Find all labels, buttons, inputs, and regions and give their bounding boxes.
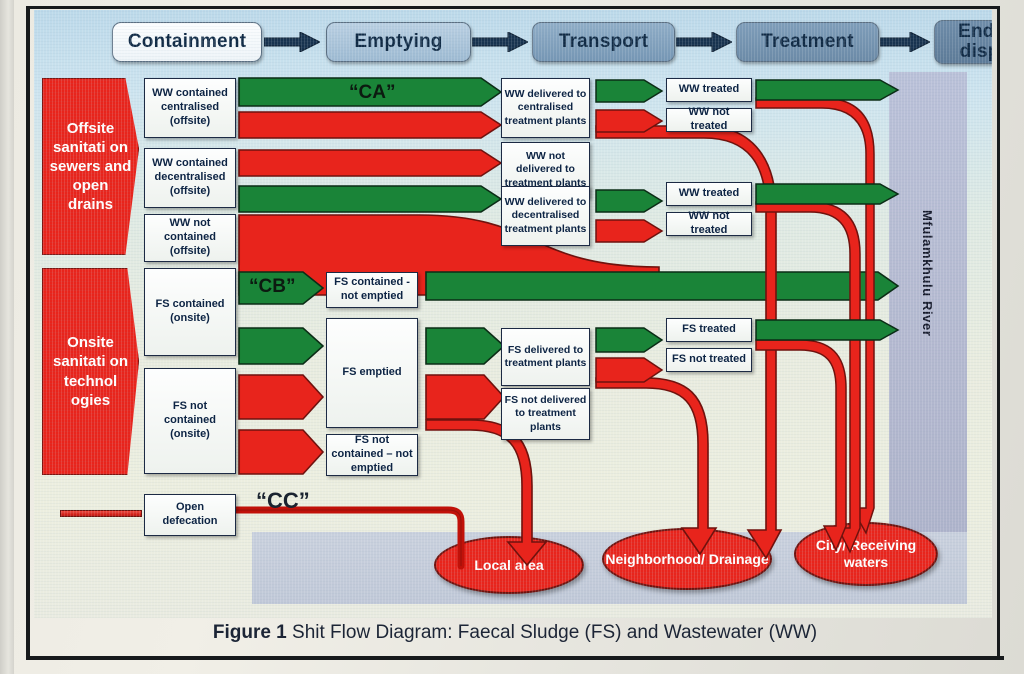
flow-ww-treated-2-to-river [755,183,900,205]
treatment-box-ww-not-treated-2[interactable]: WW not treated [666,210,752,236]
transport-label-1: WW not delivered to treatment plants [504,150,587,189]
emptying-label-2: FS not contained – not emptied [331,434,413,474]
containment-box-fs-not-contained[interactable]: FS not contained (onsite) [144,368,236,474]
transport-label-2: WW delivered to decentralised treatment … [504,196,587,235]
figure-frame-bottom [26,656,1004,660]
containment-box-ww-contained-decentralised[interactable]: WW contained decentralised (offsite) [144,148,236,208]
transport-box-ww-delivered-decentralised[interactable]: WW delivered to decentralised treatment … [501,186,590,246]
stage-chip-enduse[interactable]: End-use/ disposal [934,20,992,64]
flow-ww-decentralised-treated-in [595,189,664,213]
treatment-box-fs-treated[interactable]: FS treated [666,318,752,342]
page-edge [0,0,14,674]
flow-open-defecation-in [60,510,142,517]
containment-label-0: WW contained centralised (offsite) [152,87,228,127]
flow-fs-not-contained-red-chevron [238,429,325,475]
emptying-label-0: FS contained - not emptied [334,276,410,302]
flow-ww-centralised-red [238,111,503,139]
containment-box-open-defecation[interactable]: Open defecation [144,494,236,536]
containment-box-ww-contained-centralised[interactable]: WW contained centralised (offsite) [144,78,236,138]
shit-flow-diagram: Mfulamkhulu River Containment Emptying T… [34,10,992,618]
flow-fs-emptied-to-transport-green [425,327,506,365]
stage-arrow-2 [472,32,528,52]
stage-label-emptying: Emptying [354,31,443,53]
flow-fs-not-treated-elbow [755,339,847,552]
river-label: Mfulamkhulu River [920,210,935,337]
transport-label-0: WW delivered to centralised treatment pl… [504,88,587,127]
flow-ww-centralised-treated-in [595,79,664,103]
treatment-label-4: FS treated [682,323,736,336]
stage-label-treatment: Treatment [761,31,854,53]
flow-fs-emptied-red-chevron [238,374,325,420]
emptying-box-fs-emptied[interactable]: FS emptied [326,318,418,428]
stage-chip-treatment[interactable]: Treatment [736,22,879,62]
stage-label-transport: Transport [558,31,649,53]
stage-label-enduse: End-use/ disposal [958,21,992,62]
flow-ww-treated-1-to-river [755,79,900,101]
flow-fs-treated-to-river [755,319,900,341]
category-offsite[interactable]: Offsite sanitati on sewers and open drai… [42,78,139,255]
figure-caption-number: Figure 1 [212,622,287,643]
figure-caption-text: Shit Flow Diagram: Faecal Sludge (FS) an… [292,622,818,643]
code-label-cb: “CB” [249,276,296,297]
category-offsite-label: Offsite sanitati on sewers and open drai… [49,119,132,214]
containment-label-2: WW not contained (offsite) [164,217,216,257]
containment-label-4: FS not contained (onsite) [164,400,216,440]
containment-label-5: Open defecation [162,501,218,527]
flow-fs-emptied-to-transport-red [425,374,506,420]
treatment-label-0: WW treated [678,83,740,96]
transport-box-fs-not-delivered[interactable]: FS not delivered to treatment plants [501,388,590,440]
treatment-box-fs-not-treated[interactable]: FS not treated [666,348,752,372]
treatment-label-3: WW not treated [688,210,730,236]
flow-ww-decentralised-green [238,185,503,213]
emptying-box-fs-not-contained-not-emptied[interactable]: FS not contained – not emptied [326,434,418,476]
treatment-box-ww-treated-2[interactable]: WW treated [666,182,752,206]
treatment-label-1: WW not treated [688,106,730,132]
treatment-label-5: FS not treated [672,353,746,366]
containment-box-ww-not-contained[interactable]: WW not contained (offsite) [144,214,236,262]
transport-label-4: FS not delivered to treatment plants [504,394,587,433]
flow-fs-not-treated-in [595,357,664,383]
stage-arrow-4 [880,32,930,52]
flow-open-defecation-to-local-area [226,506,470,570]
stage-chip-emptying[interactable]: Emptying [326,22,471,62]
stage-label-containment: Containment [127,31,247,53]
containment-box-fs-contained[interactable]: FS contained (onsite) [144,268,236,356]
screenshot-root: Mfulamkhulu River Containment Emptying T… [0,0,1024,674]
treatment-box-ww-treated-1[interactable]: WW treated [666,78,752,102]
transport-box-fs-delivered[interactable]: FS delivered to treatment plants [501,328,590,386]
code-label-cc: “CC” [256,488,310,513]
flow-ww-decentralised-not-treated-in [595,219,664,243]
stage-chip-containment[interactable]: Containment [112,22,262,62]
stage-chip-transport[interactable]: Transport [532,22,675,62]
flow-fs-emptied-green-chevron [238,327,325,365]
treatment-label-2: WW treated [678,187,740,200]
flow-fs-treated-in [595,327,664,353]
figure-caption: Figure 1 Shit Flow Diagram: Faecal Sludg… [40,622,990,644]
stage-arrow-1 [264,32,320,52]
flow-fs-not-delivered-band [595,377,718,556]
code-label-ca: “CA” [349,82,396,103]
containment-label-1: WW contained decentralised (offsite) [152,157,228,197]
category-onsite-label: Onsite sanitati on technol ogies [52,334,128,409]
stage-arrow-3 [676,32,732,52]
emptying-box-fs-contained-not-emptied[interactable]: FS contained - not emptied [326,272,418,308]
category-onsite[interactable]: Onsite sanitati on technol ogies [42,268,139,475]
transport-box-ww-delivered-centralised[interactable]: WW delivered to centralised treatment pl… [501,78,590,138]
containment-label-3: FS contained (onsite) [155,298,225,324]
treatment-box-ww-not-treated-1[interactable]: WW not treated [666,106,752,132]
transport-label-3: FS delivered to treatment plants [504,343,587,369]
emptying-label-1: FS emptied [342,366,402,379]
flow-ww-decentralised-red [238,149,503,177]
flow-ww-centralised-not-treated-in [595,109,664,133]
